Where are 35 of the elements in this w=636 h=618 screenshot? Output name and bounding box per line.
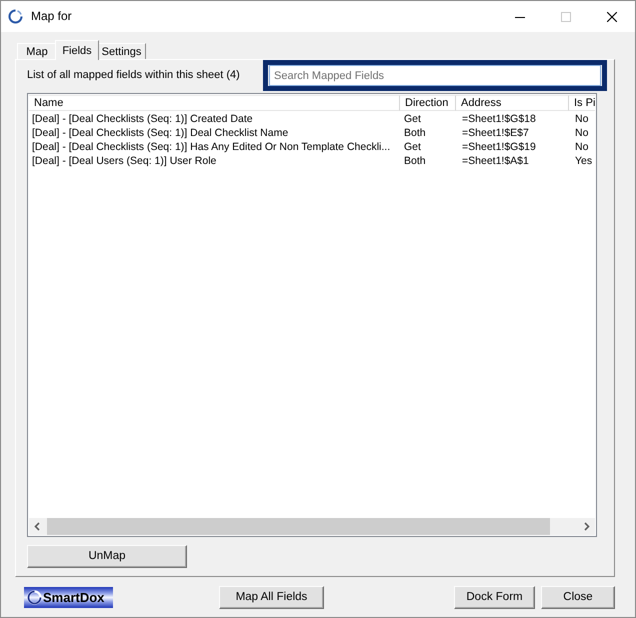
table-cell-text: =Sheet1!$E$7: [461, 126, 530, 140]
summary-label: List of all mapped fields within this sheet (4): [27, 68, 240, 82]
column-header[interactable]: Name: [29, 95, 400, 111]
tab[interactable]: Fields: [55, 40, 99, 60]
table-cell-text: Both: [403, 126, 427, 140]
table-cell-text: Both: [403, 154, 427, 168]
search-field[interactable]: Search Mapped Fields: [269, 65, 601, 86]
ring-icon: [27, 590, 42, 605]
maximize-icon: [561, 12, 571, 22]
table-cell-text: [Deal] - [Deal Checklists (Seq: 1)] Deal Checklist Name: [31, 126, 290, 140]
logo-text: SmartDox: [43, 590, 104, 605]
table-cell-text: [Deal] - [Deal Checklists (Seq: 1)] Created Date: [31, 112, 254, 126]
tab[interactable]: Map: [17, 43, 57, 59]
window-title: Map for: [31, 9, 72, 24]
table-cell-text: No: [574, 126, 590, 140]
table-cell-text: =Sheet1!$A$1: [461, 154, 530, 168]
table-cell-text: =Sheet1!$G$19: [461, 140, 537, 154]
tab[interactable]: Settings: [97, 43, 146, 59]
table-cell-text: =Sheet1!$G$18: [461, 112, 537, 126]
table-cell-text: [Deal] - [Deal Users (Seq: 1)] User Role: [31, 154, 218, 168]
table-cell-text: [Deal] - [Deal Checklists (Seq: 1)] Has Any Edited Or Non Template Checkli...: [31, 140, 392, 154]
table-cell-text: Get: [403, 112, 422, 126]
column-header[interactable]: Address: [456, 95, 569, 111]
table-cell-text: No: [574, 140, 590, 154]
footer-button[interactable]: Dock Form: [454, 586, 535, 609]
column-header[interactable]: Direction: [400, 95, 456, 111]
table-cell-text: No: [574, 112, 590, 126]
footer-button[interactable]: Map All Fields: [219, 586, 324, 609]
column-header[interactable]: Is Pi: [569, 95, 595, 111]
footer-button[interactable]: Close: [541, 586, 615, 609]
table-cell-text: Get: [403, 140, 422, 154]
ring-icon: [8, 9, 23, 24]
unmap-button[interactable]: UnMap: [27, 545, 187, 568]
close-icon: [607, 12, 617, 22]
table-cell-text: Yes: [574, 154, 594, 168]
